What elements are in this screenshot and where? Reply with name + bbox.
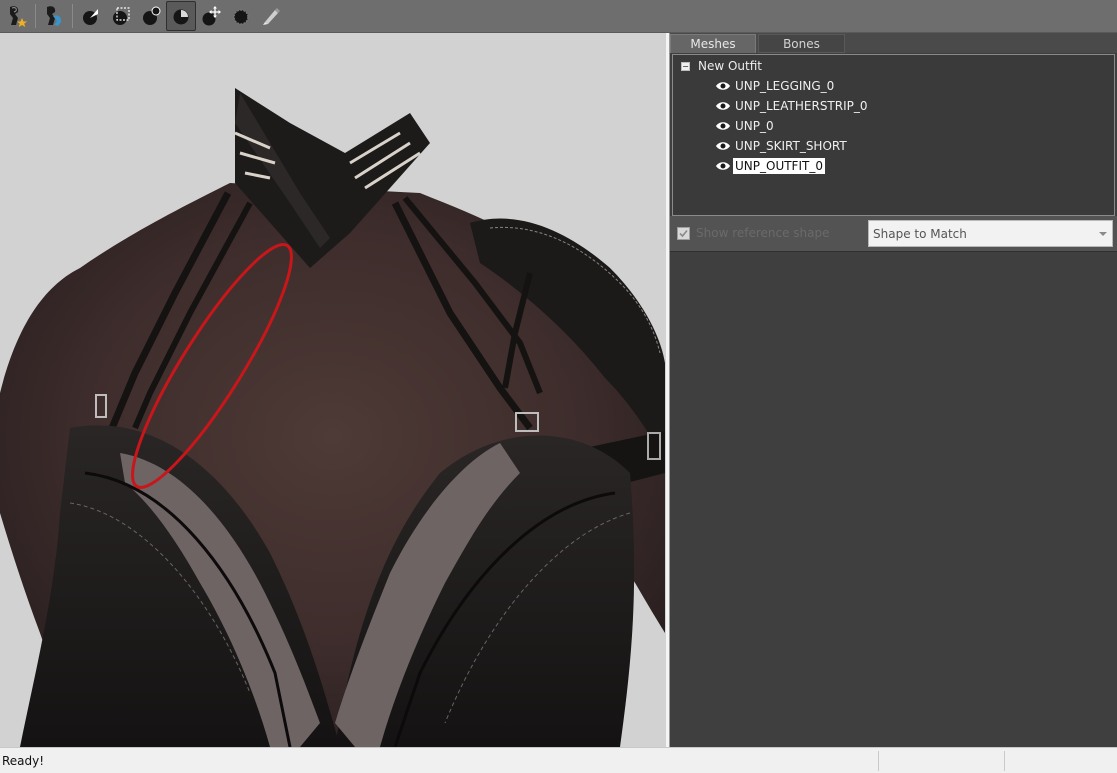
- mesh-item[interactable]: UNP_LEGGING_0: [715, 77, 836, 95]
- mesh-tree[interactable]: − New Outfit UNP_LEGGING_0 UNP_LEATHERST…: [672, 54, 1115, 216]
- checkmark-icon: [679, 229, 688, 238]
- mesh-label: UNP_0: [735, 119, 774, 133]
- status-bar: Ready!: [0, 747, 1117, 773]
- toolbar-separator: [72, 4, 73, 28]
- chevron-down-icon: [1099, 232, 1107, 236]
- tab-bones[interactable]: Bones: [758, 34, 845, 53]
- toolbar: [0, 0, 1117, 33]
- eye-icon[interactable]: [715, 160, 731, 172]
- select-tool-button[interactable]: [76, 1, 106, 31]
- inflate-brush-icon: [143, 6, 161, 25]
- options-row: Show reference shape Shape to Match: [670, 216, 1117, 252]
- mesh-item-selected[interactable]: UNP_OUTFIT_0: [715, 157, 825, 175]
- status-divider: [878, 751, 879, 771]
- move-brush-icon: [202, 6, 221, 26]
- tab-meshes[interactable]: Meshes: [670, 34, 756, 53]
- mesh-item[interactable]: UNP_0: [715, 117, 776, 135]
- move-brush-button[interactable]: [196, 1, 226, 31]
- status-text: Ready!: [2, 754, 45, 768]
- deflate-brush-button[interactable]: [166, 1, 196, 31]
- load-outfit-button[interactable]: [39, 1, 69, 31]
- 3d-viewport[interactable]: [0, 33, 666, 747]
- toolbar-separator: [35, 4, 36, 28]
- mesh-label: UNP_LEATHERSTRIP_0: [735, 99, 868, 113]
- mesh-label: UNP_LEGGING_0: [735, 79, 835, 93]
- weight-brush-icon: [263, 8, 280, 25]
- mesh-item[interactable]: UNP_LEATHERSTRIP_0: [715, 97, 870, 115]
- tree-root-label: New Outfit: [698, 59, 763, 73]
- eye-icon[interactable]: [715, 120, 731, 132]
- panel-tabs: Meshes Bones: [670, 33, 1117, 53]
- mesh-item[interactable]: UNP_SKIRT_SHORT: [715, 137, 849, 155]
- eye-icon[interactable]: [715, 140, 731, 152]
- weight-brush-button[interactable]: [256, 1, 286, 31]
- mesh-panel: Meshes Bones − New Outfit UNP_LEGGING_0 …: [670, 33, 1117, 747]
- mask-brush-button[interactable]: [106, 1, 136, 31]
- checkbox-label: Show reference shape: [696, 226, 830, 240]
- mask-brush-icon: [113, 7, 130, 25]
- collapse-toggle-icon[interactable]: −: [681, 61, 690, 71]
- smooth-brush-button[interactable]: [226, 1, 256, 31]
- shape-dropdown-value: Shape to Match: [873, 226, 967, 241]
- deflate-brush-icon: [173, 9, 189, 25]
- mesh-render: [0, 88, 665, 747]
- eye-icon[interactable]: [715, 100, 731, 112]
- smooth-brush-icon: [233, 9, 249, 25]
- show-reference-checkbox[interactable]: [677, 227, 690, 240]
- inflate-brush-button[interactable]: [136, 1, 166, 31]
- load-reference-button[interactable]: [2, 1, 32, 31]
- select-tool-icon: [83, 9, 98, 25]
- status-divider: [1004, 751, 1005, 771]
- tree-root[interactable]: − New Outfit: [681, 58, 762, 74]
- shape-dropdown[interactable]: Shape to Match: [868, 220, 1113, 247]
- outfit-studio-window: Meshes Bones − New Outfit UNP_LEGGING_0 …: [0, 0, 1117, 773]
- mesh-label: UNP_SKIRT_SHORT: [735, 139, 847, 153]
- mesh-label: UNP_OUTFIT_0: [733, 158, 825, 174]
- load-reference-icon: [10, 6, 27, 27]
- load-outfit-icon: [47, 6, 62, 26]
- eye-icon[interactable]: [715, 80, 731, 92]
